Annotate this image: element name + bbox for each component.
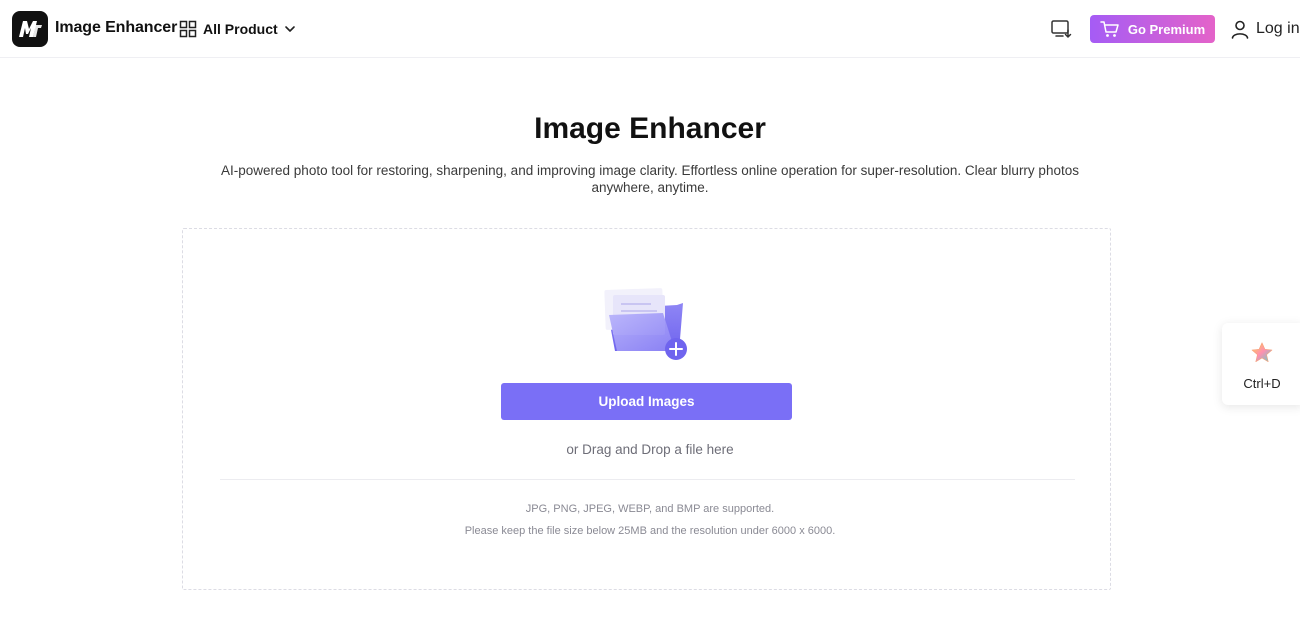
page-description: AI-powered photo tool for restoring, sha… — [221, 163, 1079, 195]
login-link[interactable]: Log in — [1230, 19, 1300, 39]
divider — [220, 479, 1075, 480]
go-premium-button[interactable]: Go Premium — [1090, 15, 1215, 43]
all-product-label: All Product — [203, 21, 278, 37]
page-title: Image Enhancer — [534, 112, 766, 145]
go-premium-label: Go Premium — [1127, 21, 1206, 37]
user-icon — [1231, 20, 1249, 39]
login-label: Log in — [1256, 20, 1300, 37]
star-icon — [1251, 342, 1273, 362]
upload-images-button[interactable]: Upload Images — [501, 383, 792, 420]
brand-name[interactable]: Image Enhancer — [55, 19, 177, 37]
desktop-download-icon[interactable] — [1050, 18, 1072, 40]
drag-drop-hint: or Drag and Drop a file here — [566, 442, 734, 457]
all-product-menu[interactable]: All Product — [179, 18, 296, 40]
file-limits-text: Please keep the file size below 25MB and… — [464, 525, 836, 537]
chevron-down-icon — [284, 26, 295, 32]
folder-upload-icon — [604, 288, 687, 360]
supported-formats-text: JPG, PNG, JPEG, WEBP, and BMP are suppor… — [525, 503, 775, 515]
grid-icon — [179, 20, 197, 38]
bookmark-shortcut-label: Ctrl+D — [1243, 376, 1281, 391]
top-navigation-bar: Image Enhancer All Product Go Premium Lo… — [0, 0, 1300, 58]
brand-logo[interactable] — [12, 11, 48, 47]
cart-icon — [1100, 21, 1119, 37]
logo-mark-icon — [19, 21, 42, 37]
bookmark-widget[interactable]: Ctrl+D — [1222, 323, 1300, 405]
